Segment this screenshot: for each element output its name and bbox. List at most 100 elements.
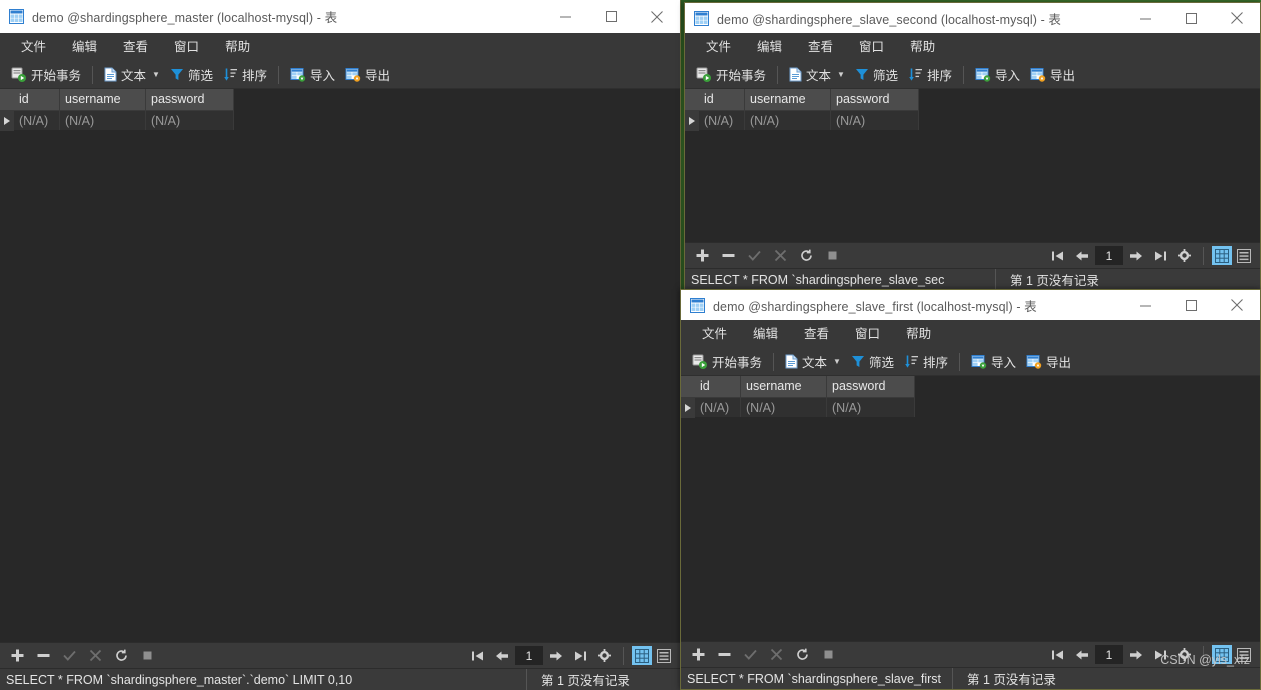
settings-gear-icon[interactable] (1173, 246, 1195, 266)
result-grid[interactable]: id username password (N/A) (N/A) (N/A) (0, 89, 680, 642)
maximize-icon[interactable] (1168, 3, 1214, 33)
window-slave-first[interactable]: demo @shardingsphere_slave_first (localh… (680, 289, 1261, 690)
close-icon[interactable] (634, 0, 680, 33)
next-page-button[interactable] (1125, 645, 1147, 665)
page-navigation[interactable]: 1 (467, 646, 674, 666)
result-grid[interactable]: id username password (N/A) (N/A) (N/A) (681, 376, 1260, 641)
window-controls[interactable] (1122, 290, 1260, 320)
menu-view[interactable]: 查看 (791, 320, 842, 348)
table-row[interactable]: (N/A) (N/A) (N/A) (0, 110, 234, 131)
begin-transaction-button[interactable]: 开始事务 (691, 64, 771, 86)
last-page-button[interactable] (1149, 645, 1171, 665)
menu-file[interactable]: 文件 (693, 33, 744, 61)
minimize-icon[interactable] (1122, 290, 1168, 320)
menu-window[interactable]: 窗口 (842, 320, 893, 348)
menubar[interactable]: 文件 编辑 查看 窗口 帮助 (685, 33, 1260, 61)
cell-id[interactable]: (N/A) (14, 110, 60, 130)
window-controls[interactable] (542, 0, 680, 33)
import-button[interactable]: 导入 (970, 64, 1025, 86)
form-view-button[interactable] (1234, 246, 1254, 265)
column-header-id[interactable]: id (695, 376, 741, 397)
menu-edit[interactable]: 编辑 (744, 33, 795, 61)
next-page-button[interactable] (1125, 246, 1147, 266)
column-header-id[interactable]: id (14, 89, 60, 110)
minimize-icon[interactable] (542, 0, 588, 33)
column-header-password[interactable]: password (831, 89, 919, 110)
cancel-changes-button[interactable] (769, 246, 791, 266)
refresh-button[interactable] (791, 645, 813, 665)
import-button[interactable]: 导入 (285, 64, 340, 86)
text-button[interactable]: 文本 ▼ (784, 64, 850, 86)
column-header-username[interactable]: username (60, 89, 146, 110)
apply-changes-button[interactable] (58, 646, 80, 666)
cell-username[interactable]: (N/A) (60, 110, 146, 130)
sort-button[interactable]: 排序 (218, 64, 272, 86)
import-button[interactable]: 导入 (966, 351, 1021, 373)
menubar[interactable]: 文件 编辑 查看 窗口 帮助 (681, 320, 1260, 348)
settings-gear-icon[interactable] (1173, 645, 1195, 665)
titlebar[interactable]: demo @shardingsphere_slave_second (local… (685, 3, 1260, 33)
window-master[interactable]: demo @shardingsphere_master (localhost-m… (0, 0, 681, 690)
chevron-down-icon[interactable]: ▼ (152, 70, 160, 79)
begin-transaction-button[interactable]: 开始事务 (687, 351, 767, 373)
page-number-input[interactable]: 1 (1095, 645, 1123, 664)
refresh-button[interactable] (110, 646, 132, 666)
menu-help[interactable]: 帮助 (893, 320, 944, 348)
delete-record-button[interactable] (713, 645, 735, 665)
add-record-button[interactable] (687, 645, 709, 665)
stop-button[interactable] (136, 646, 158, 666)
grid-view-button[interactable] (1212, 645, 1232, 664)
close-icon[interactable] (1214, 3, 1260, 33)
minimize-icon[interactable] (1122, 3, 1168, 33)
cell-password[interactable]: (N/A) (827, 397, 915, 417)
cancel-changes-button[interactable] (84, 646, 106, 666)
filter-button[interactable]: 筛选 (846, 351, 899, 373)
record-navigator[interactable]: 1 (0, 642, 680, 668)
toolbar[interactable]: 开始事务 文本 ▼ 筛选 排序 导入 导出 (0, 61, 680, 89)
column-header-username[interactable]: username (745, 89, 831, 110)
grid-view-button[interactable] (1212, 246, 1232, 265)
settings-gear-icon[interactable] (593, 646, 615, 666)
menu-view[interactable]: 查看 (795, 33, 846, 61)
text-button[interactable]: 文本 ▼ (99, 64, 165, 86)
column-header-username[interactable]: username (741, 376, 827, 397)
stop-button[interactable] (817, 645, 839, 665)
maximize-icon[interactable] (588, 0, 634, 33)
export-button[interactable]: 导出 (340, 64, 395, 86)
export-button[interactable]: 导出 (1021, 351, 1076, 373)
toolbar[interactable]: 开始事务 文本 ▼ 筛选 排序 导入 导出 (685, 61, 1260, 89)
add-record-button[interactable] (6, 646, 28, 666)
record-edit-buttons[interactable] (687, 645, 839, 665)
window-controls[interactable] (1122, 3, 1260, 33)
cancel-changes-button[interactable] (765, 645, 787, 665)
refresh-button[interactable] (795, 246, 817, 266)
record-edit-buttons[interactable] (6, 646, 158, 666)
window-slave-second[interactable]: demo @shardingsphere_slave_second (local… (684, 2, 1261, 291)
menu-edit[interactable]: 编辑 (740, 320, 791, 348)
apply-changes-button[interactable] (739, 645, 761, 665)
record-navigator[interactable]: 1 (685, 242, 1260, 268)
begin-transaction-button[interactable]: 开始事务 (6, 64, 86, 86)
menubar[interactable]: 文件 编辑 查看 窗口 帮助 (0, 33, 680, 61)
last-page-button[interactable] (1149, 246, 1171, 266)
column-header-password[interactable]: password (827, 376, 915, 397)
menu-file[interactable]: 文件 (689, 320, 740, 348)
form-view-button[interactable] (654, 646, 674, 665)
menu-help[interactable]: 帮助 (897, 33, 948, 61)
previous-page-button[interactable] (491, 646, 513, 666)
record-navigator[interactable]: 1 (681, 641, 1260, 667)
cell-username[interactable]: (N/A) (745, 110, 831, 130)
result-grid[interactable]: id username password (N/A) (N/A) (N/A) (685, 89, 1260, 242)
first-page-button[interactable] (1047, 645, 1069, 665)
stop-button[interactable] (821, 246, 843, 266)
page-navigation[interactable]: 1 (1047, 645, 1254, 665)
previous-page-button[interactable] (1071, 246, 1093, 266)
apply-changes-button[interactable] (743, 246, 765, 266)
column-header-id[interactable]: id (699, 89, 745, 110)
menu-help[interactable]: 帮助 (212, 33, 263, 61)
delete-record-button[interactable] (717, 246, 739, 266)
page-number-input[interactable]: 1 (1095, 246, 1123, 265)
chevron-down-icon[interactable]: ▼ (833, 357, 841, 366)
sort-button[interactable]: 排序 (903, 64, 957, 86)
menu-file[interactable]: 文件 (8, 33, 59, 61)
